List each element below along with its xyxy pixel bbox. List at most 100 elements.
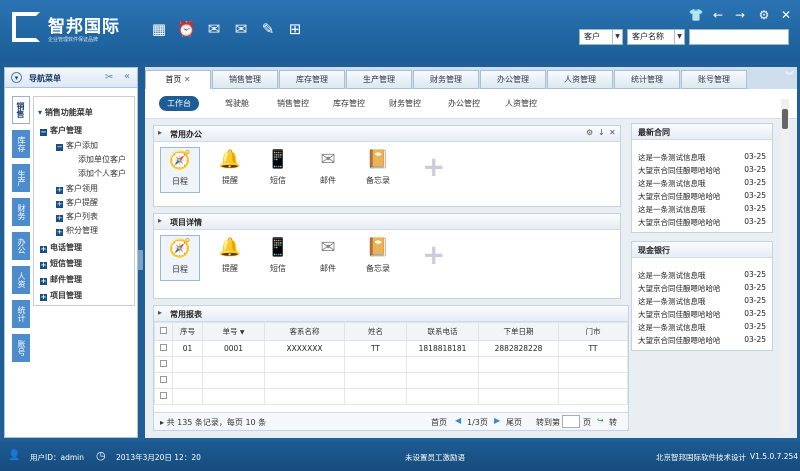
add-icon[interactable]: ⊞	[286, 20, 304, 38]
list-item[interactable]: 大望京合同佳酿嗯哈哈哈 03-25	[632, 309, 772, 321]
vtab-office[interactable]: 办公	[12, 232, 30, 260]
tools-icon[interactable]: ✂	[105, 72, 113, 83]
tab-account[interactable]: 账号管理	[681, 70, 747, 89]
subnav-office[interactable]: 办公管控	[448, 98, 480, 109]
close-icon[interactable]: ✕	[609, 128, 616, 137]
tab-home[interactable]: 首页 ✕	[145, 70, 211, 89]
tree-c-remind[interactable]: + 客户提醒	[56, 197, 98, 208]
tree-root[interactable]: ▾ 销售功能菜单	[38, 107, 93, 118]
tree-project[interactable]: + 项目管理	[40, 290, 82, 301]
list-item[interactable]: 这是一条测试信息哦 03-25	[632, 178, 772, 190]
tree-c-list[interactable]: + 客户列表	[56, 211, 98, 222]
first-page-button[interactable]: 首页	[431, 417, 447, 428]
tree-customer[interactable]: − 客户管理	[40, 125, 82, 136]
gear-icon[interactable]: ⚙	[756, 7, 772, 23]
vtab-production[interactable]: 生产	[12, 164, 30, 192]
last-page-button[interactable]: 尾页	[506, 417, 522, 428]
subnav-workbench[interactable]: 工作台	[159, 96, 199, 111]
tree-c-claim[interactable]: + 客户领用	[56, 183, 98, 194]
next-page-icon[interactable]: ▶	[494, 416, 500, 425]
col-header[interactable]: 客系名称	[264, 322, 345, 341]
tab-inventory[interactable]: 库存管理	[279, 70, 345, 89]
vtab-hr[interactable]: 人资	[12, 266, 30, 294]
list-item[interactable]: 这是一条测试信息哦 03-25	[632, 152, 772, 164]
tab-office[interactable]: 办公管理	[480, 70, 546, 89]
tab-hr[interactable]: 人资管理	[547, 70, 613, 89]
tab-finance[interactable]: 财务管理	[413, 70, 479, 89]
list-item[interactable]: 这是一条测试信息哦 03-25	[632, 204, 772, 216]
table-row[interactable]	[154, 356, 628, 373]
list-item[interactable]: 大望京合同佳酿嗯哈哈哈 03-25	[632, 165, 772, 177]
col-header[interactable]: 序号	[172, 322, 203, 341]
module-select[interactable]: 客户 ▼	[579, 29, 623, 45]
scrollbar-thumb[interactable]	[782, 109, 788, 129]
col-header[interactable]: 门市	[558, 322, 628, 341]
download-icon[interactable]: ↓	[598, 128, 605, 137]
vtab-sales[interactable]: 销售	[12, 96, 30, 124]
row-checkbox[interactable]	[154, 388, 173, 405]
list-item[interactable]: 这是一条测试信息哦 03-25	[632, 296, 772, 308]
collapse-icon[interactable]: ▾	[11, 72, 22, 83]
subnav-sales[interactable]: 销售管控	[277, 98, 309, 109]
close-icon[interactable]: ✕	[778, 7, 794, 23]
go-icon[interactable]: ↪	[597, 416, 604, 425]
list-item[interactable]: 这是一条测试信息哦 03-25	[632, 322, 772, 334]
alarm-clock-icon[interactable]: ⏰	[177, 20, 196, 38]
tab-stats[interactable]: 统计管理	[614, 70, 680, 89]
col-header[interactable]: 姓名	[344, 322, 407, 341]
tree-c-add-unit[interactable]: 添加单位客户	[78, 154, 126, 165]
list-item[interactable]: 大望京合同佳酿嗯哈哈哈 03-25	[632, 191, 772, 203]
subnav-finance[interactable]: 财务管控	[389, 98, 421, 109]
collapse-sidebar-icon[interactable]: «	[124, 71, 130, 82]
vtab-inventory[interactable]: 库存	[12, 130, 30, 158]
tree-mail[interactable]: + 邮件管理	[40, 274, 82, 285]
tree-phone[interactable]: + 电话管理	[40, 242, 82, 253]
chevron-down-icon[interactable]: ︾	[785, 69, 794, 82]
table-row[interactable]	[154, 372, 628, 389]
prev-page-icon[interactable]: ◀	[455, 416, 461, 425]
tree-sms[interactable]: + 短信管理	[40, 258, 82, 269]
search-input[interactable]	[689, 29, 789, 45]
subnav-hr[interactable]: 人资管控	[505, 98, 537, 109]
field-select[interactable]: 客户名称 ▼	[627, 29, 685, 45]
shortcut-schedule[interactable]: 🧭 日程	[160, 147, 200, 193]
shortcut-memo[interactable]: 📔 备忘录	[358, 235, 398, 281]
vertical-scrollbar[interactable]	[781, 99, 789, 433]
col-header[interactable]: 联系电话	[406, 322, 479, 341]
subnav-inventory[interactable]: 库存管控	[333, 98, 365, 109]
row-checkbox[interactable]	[154, 356, 173, 373]
list-item[interactable]: 大望京合同佳酿嗯哈哈哈 03-25	[632, 283, 772, 295]
mail-icon[interactable]: ✉	[232, 20, 250, 38]
tree-c-add[interactable]: − 客户添加	[56, 140, 98, 151]
tree-c-add-person[interactable]: 添加个人客户	[78, 168, 126, 179]
add-shortcut-icon[interactable]: +	[422, 150, 445, 183]
message-icon[interactable]: ✉	[205, 20, 223, 38]
tree-c-points[interactable]: + 积分管理	[56, 225, 98, 236]
shortcut-sms[interactable]: 📱 短信	[258, 147, 298, 193]
vtab-finance[interactable]: 财务	[12, 198, 30, 226]
table-row[interactable]	[154, 388, 628, 405]
forward-icon[interactable]: →	[732, 7, 748, 23]
tab-production[interactable]: 生产管理	[346, 70, 412, 89]
row-checkbox[interactable]	[154, 340, 173, 357]
gear-icon[interactable]: ⚙	[586, 128, 593, 137]
shortcut-mail[interactable]: ✉ 邮件	[308, 235, 348, 281]
edit-icon[interactable]: ✎	[259, 20, 277, 38]
col-header[interactable]: 下单日期	[478, 322, 559, 341]
select-all-cell[interactable]	[154, 322, 173, 341]
shortcut-reminder[interactable]: 🔔 提醒	[210, 235, 250, 281]
shortcut-schedule[interactable]: 🧭 日程	[160, 235, 200, 281]
splitter-handle[interactable]	[138, 250, 143, 270]
add-shortcut-icon[interactable]: +	[422, 238, 445, 271]
vtab-account[interactable]: 账号	[12, 334, 30, 362]
list-item[interactable]: 大望京合同佳酿嗯哈哈哈 03-25	[632, 217, 772, 229]
close-icon[interactable]: ✕	[184, 75, 191, 84]
row-checkbox[interactable]	[154, 372, 173, 389]
calendar-icon[interactable]: ▦	[150, 20, 168, 38]
col-header[interactable]: 单号 ▼	[202, 322, 265, 341]
shortcut-sms[interactable]: 📱 短信	[258, 235, 298, 281]
table-row[interactable]: 01 0001 XXXXXXX TT 1818818181 2882828228…	[154, 340, 628, 357]
vtab-stats[interactable]: 统计	[12, 300, 30, 328]
tab-sales[interactable]: 销售管理	[212, 70, 278, 89]
shortcut-mail[interactable]: ✉ 邮件	[308, 147, 348, 193]
